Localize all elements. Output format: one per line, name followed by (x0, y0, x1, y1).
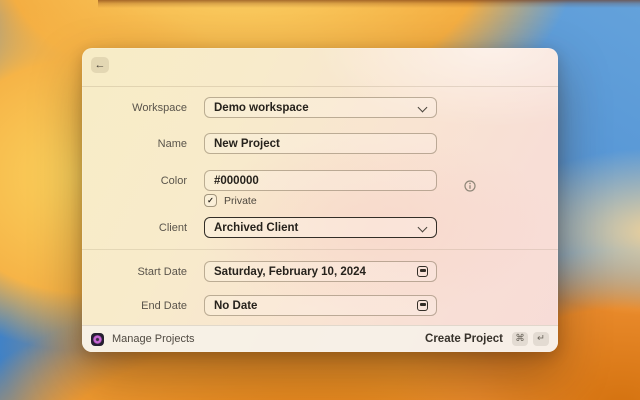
section-divider (82, 249, 558, 250)
start-date-picker[interactable]: Saturday, February 10, 2024 (204, 261, 437, 282)
manage-projects-app-icon (91, 333, 104, 346)
chevron-down-icon (418, 223, 428, 233)
private-checkbox[interactable]: ✓ (204, 194, 217, 207)
workspace-value: Demo workspace (214, 102, 309, 114)
workspace-label: Workspace (82, 102, 204, 114)
primary-action[interactable]: Create Project ⌘ ↵ (425, 332, 549, 346)
private-row: ✓ Private (82, 194, 257, 207)
name-value: New Project (214, 138, 280, 150)
workspace-dropdown[interactable]: Demo workspace (204, 97, 437, 118)
color-value: #000000 (214, 175, 259, 187)
end-date-picker[interactable]: No Date (204, 295, 437, 316)
client-value: Archived Client (214, 222, 298, 234)
info-icon[interactable] (464, 179, 476, 191)
end-date-label: End Date (82, 300, 204, 312)
workspace-row: Workspace Demo workspace (82, 97, 437, 118)
window-header: ← (82, 48, 558, 87)
color-input[interactable]: #000000 (204, 170, 437, 191)
calendar-icon (417, 266, 428, 277)
start-date-value: Saturday, February 10, 2024 (214, 266, 366, 278)
wallpaper-top-shade (98, 0, 640, 8)
end-date-row: End Date No Date (82, 295, 437, 316)
create-project-button[interactable]: Create Project (425, 333, 503, 345)
action-bar: Manage Projects Create Project ⌘ ↵ (82, 325, 558, 352)
client-dropdown[interactable]: Archived Client (204, 217, 437, 238)
client-row: Client Archived Client (82, 217, 437, 238)
start-date-row: Start Date Saturday, February 10, 2024 (82, 261, 437, 282)
name-row: Name New Project (82, 133, 437, 154)
private-label: Private (224, 195, 257, 207)
chevron-down-icon (418, 103, 428, 113)
color-row: Color #000000 (82, 170, 466, 191)
create-project-window: ← Workspace Demo workspace Name New Proj… (82, 48, 558, 352)
app-name: Manage Projects (112, 333, 195, 345)
end-date-value: No Date (214, 300, 257, 312)
checkmark-icon: ✓ (207, 197, 214, 205)
calendar-icon (417, 300, 428, 311)
start-date-label: Start Date (82, 266, 204, 278)
enter-key-badge: ↵ (533, 332, 549, 346)
name-input[interactable]: New Project (204, 133, 437, 154)
color-label: Color (82, 175, 204, 187)
back-button[interactable]: ← (91, 57, 109, 73)
back-arrow-icon: ← (95, 60, 106, 71)
cmd-key-badge: ⌘ (512, 332, 528, 346)
client-label: Client (82, 222, 204, 234)
name-label: Name (82, 138, 204, 150)
